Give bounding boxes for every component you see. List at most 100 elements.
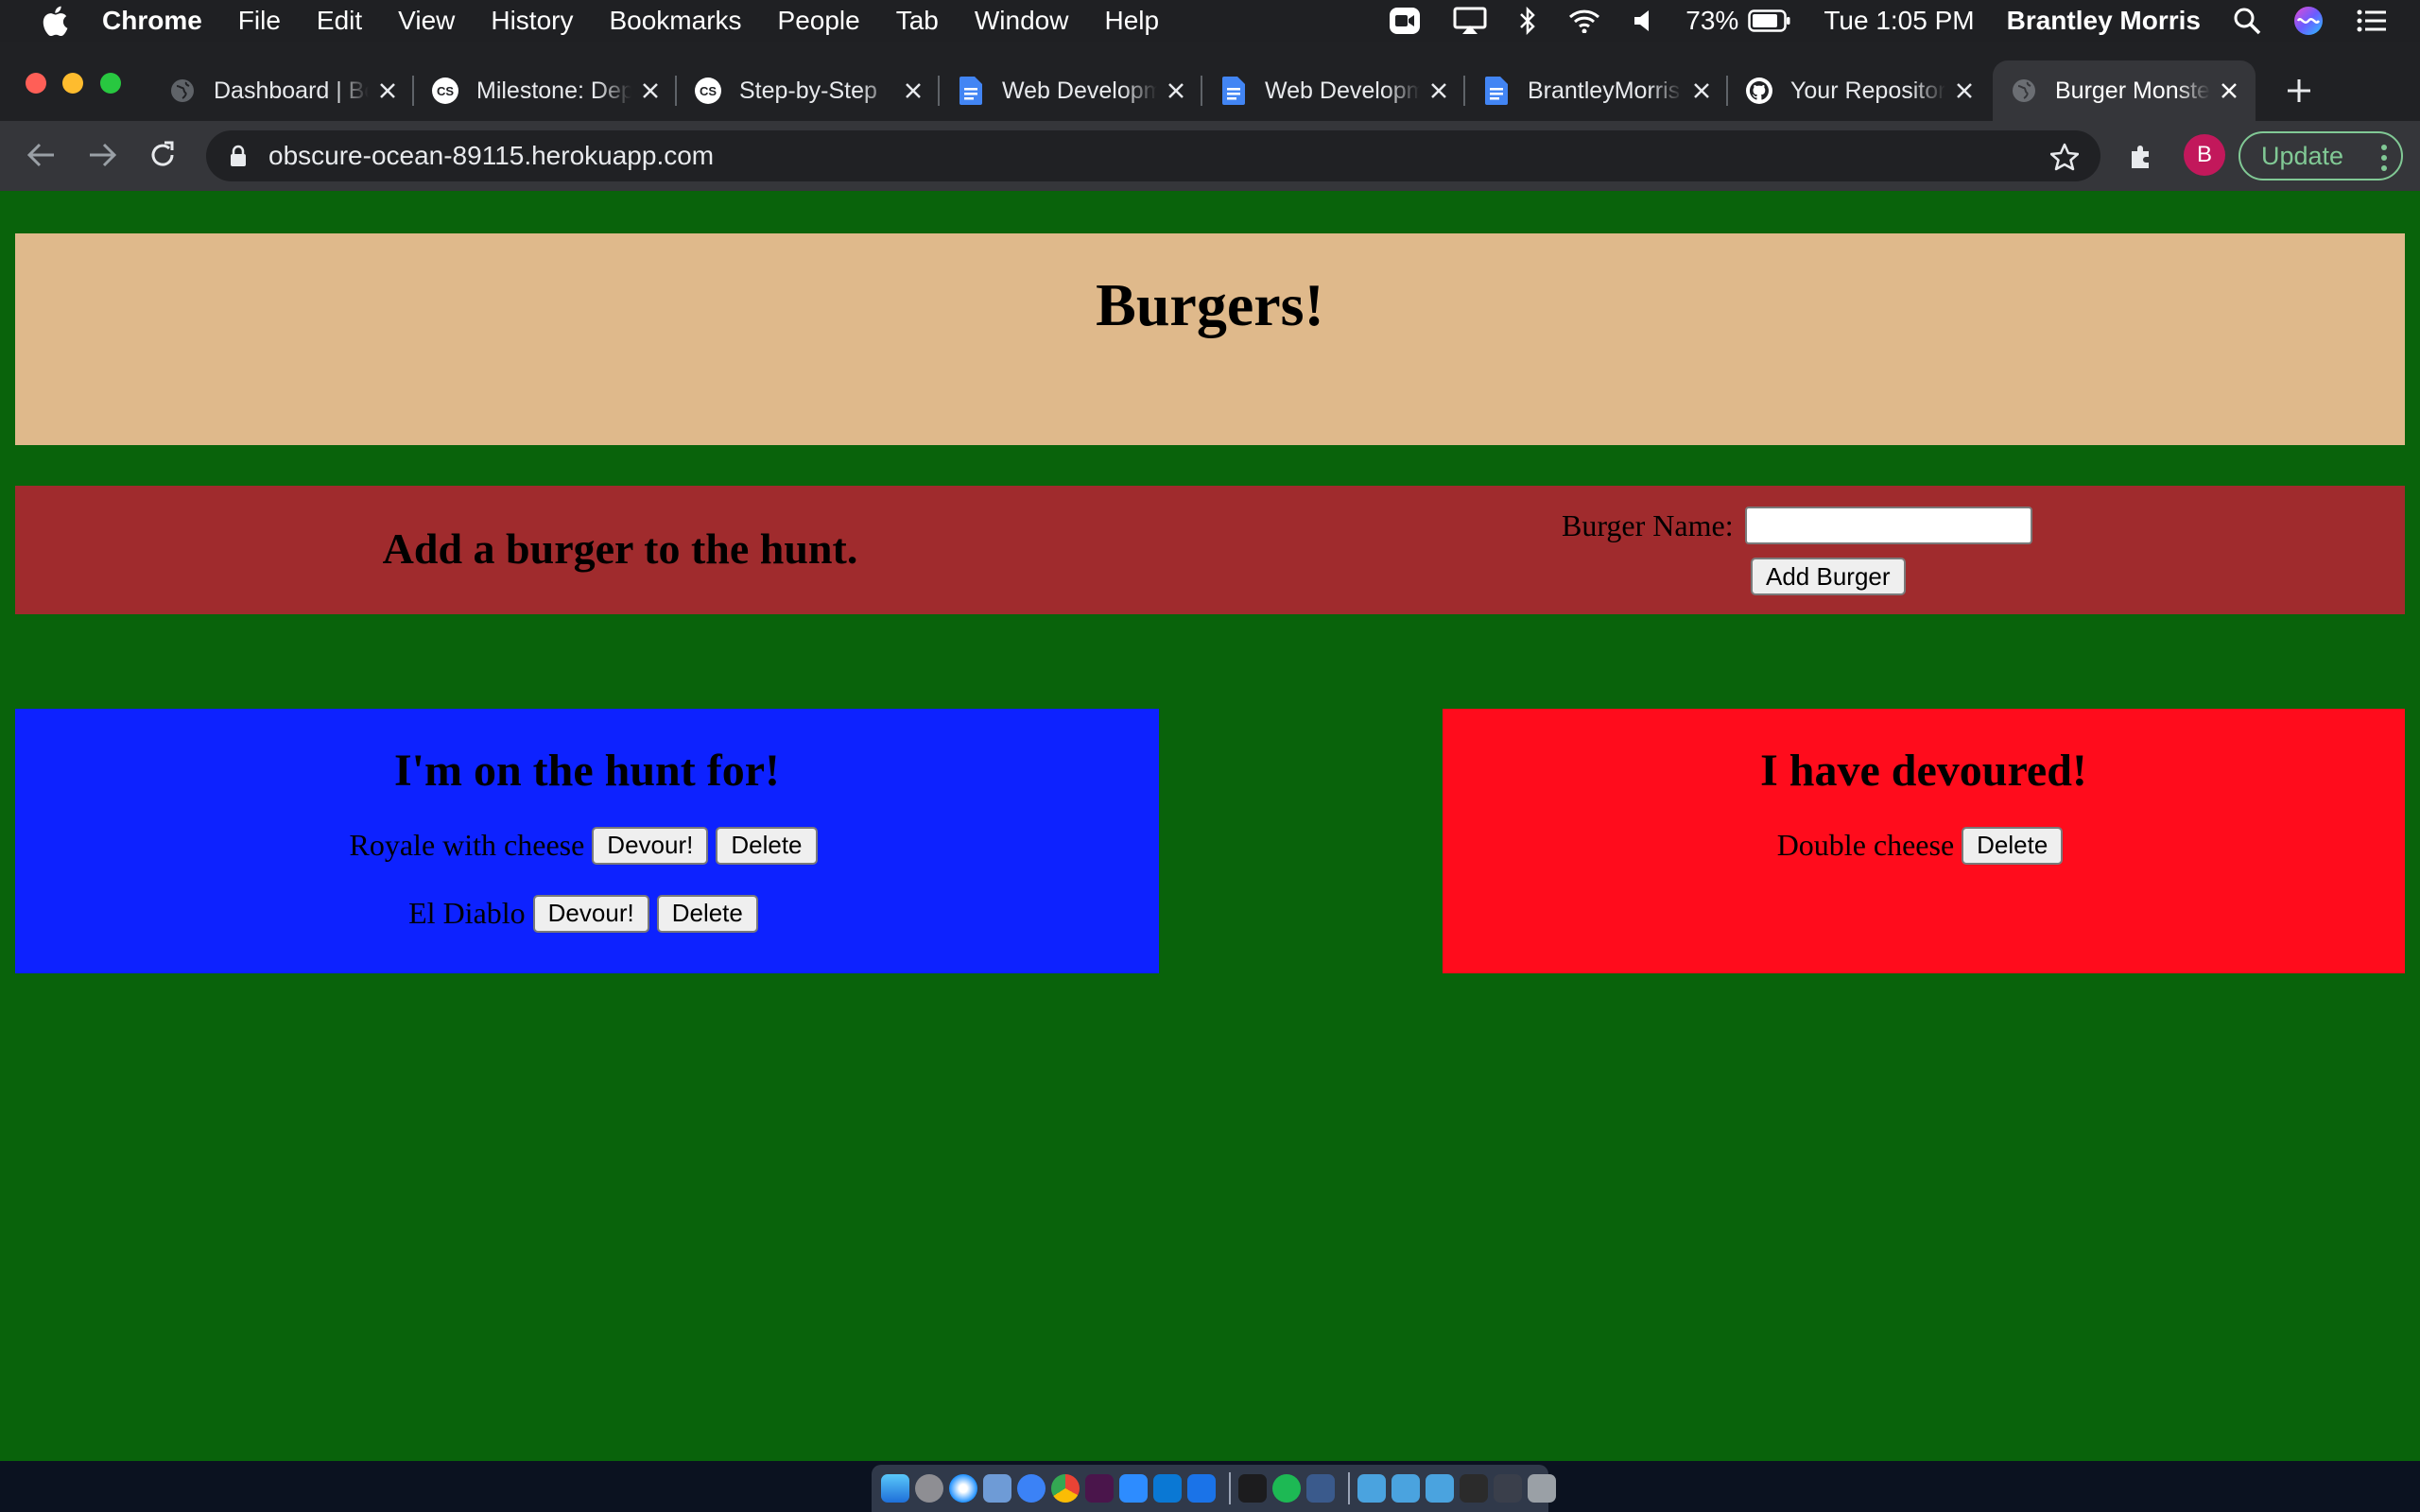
burger-name-input[interactable]: [1744, 507, 2032, 544]
siri-icon[interactable]: [2293, 6, 2324, 36]
tab-close-icon[interactable]: [900, 77, 926, 104]
preview-icon[interactable]: [983, 1474, 1011, 1503]
menu-history[interactable]: History: [491, 6, 573, 36]
delete-button[interactable]: Delete: [1962, 826, 2064, 865]
window-minimize-button[interactable]: [62, 73, 83, 94]
control-center-icon[interactable]: [2356, 8, 2388, 34]
burger-name: Double cheese: [1776, 828, 1955, 863]
svg-text:CS: CS: [700, 84, 717, 98]
chrome-update-button[interactable]: Update: [2238, 131, 2403, 180]
browser-tab[interactable]: CS Milestone: Deploy: [414, 60, 677, 121]
menubar-user[interactable]: Brantley Morris: [2007, 6, 2201, 36]
zoom-status-icon[interactable]: [1389, 7, 1421, 35]
folder-icon[interactable]: [1357, 1474, 1386, 1503]
zoom-app-icon[interactable]: [1119, 1474, 1148, 1503]
delete-button[interactable]: Delete: [656, 894, 758, 933]
slack-icon[interactable]: [1085, 1474, 1114, 1503]
screenshot-thumbnail-icon[interactable]: [1460, 1474, 1488, 1503]
google-docs-icon: [1482, 77, 1511, 105]
wifi-icon[interactable]: [1568, 9, 1600, 33]
devour-button[interactable]: Devour!: [592, 826, 709, 865]
menu-people[interactable]: People: [778, 6, 860, 36]
menu-help[interactable]: Help: [1104, 6, 1159, 36]
reload-icon[interactable]: [142, 134, 183, 176]
delete-button[interactable]: Delete: [716, 826, 818, 865]
browser-tab-active[interactable]: Burger Monster: [1993, 60, 2256, 121]
more-menu-icon[interactable]: [2380, 145, 2388, 171]
terminal-icon[interactable]: [1238, 1474, 1267, 1503]
profile-avatar[interactable]: B: [2184, 134, 2225, 176]
volume-icon[interactable]: [1633, 9, 1653, 33]
new-tab-plus-icon[interactable]: [2282, 74, 2316, 108]
tab-title: Your Repositories: [1790, 77, 1945, 104]
menu-file[interactable]: File: [238, 6, 281, 36]
tab-close-icon[interactable]: [637, 77, 664, 104]
browser-tab[interactable]: Your Repositories: [1728, 60, 1991, 121]
menu-view[interactable]: View: [398, 6, 455, 36]
messages-icon[interactable]: [1017, 1474, 1046, 1503]
add-burger-heading: Add a burger to the hunt.: [382, 524, 858, 573]
airplay-icon[interactable]: [1453, 7, 1487, 35]
window-zoom-button[interactable]: [100, 73, 121, 94]
vscode-icon[interactable]: [1153, 1474, 1182, 1503]
xcode-icon[interactable]: [1187, 1474, 1216, 1503]
tab-title: Web Development: [1002, 77, 1157, 104]
macos-dock: [872, 1465, 1556, 1512]
tab-title: Step-by-Step: [739, 77, 877, 104]
menu-window[interactable]: Window: [975, 6, 1069, 36]
lock-icon[interactable]: [227, 144, 250, 168]
bookmark-star-icon[interactable]: [2049, 142, 2080, 172]
spotify-icon[interactable]: [1272, 1474, 1301, 1503]
address-bar-url[interactable]: obscure-ocean-89115.herokuapp.com: [268, 141, 714, 171]
window-close-button[interactable]: [26, 73, 46, 94]
burger-name: Royale with cheese: [349, 828, 585, 863]
menu-bookmarks[interactable]: Bookmarks: [609, 6, 741, 36]
page-title: Burgers!: [1096, 271, 1324, 338]
menubar-clock[interactable]: Tue 1:05 PM: [1824, 6, 1974, 36]
safari-icon[interactable]: [949, 1474, 977, 1503]
page-header: Burgers!: [15, 233, 2405, 445]
folder-icon[interactable]: [1426, 1474, 1454, 1503]
globe-icon: [2010, 77, 2038, 105]
tab-close-icon[interactable]: [1163, 77, 1189, 104]
mysql-workbench-icon[interactable]: [1306, 1474, 1335, 1503]
browser-tab[interactable]: Web Development: [940, 60, 1202, 121]
browser-tab[interactable]: BrantleyMorris: [1465, 60, 1728, 121]
chrome-icon[interactable]: [1051, 1474, 1080, 1503]
back-arrow-icon[interactable]: [21, 134, 62, 176]
tab-close-icon[interactable]: [2216, 77, 2242, 104]
address-bar[interactable]: obscure-ocean-89115.herokuapp.com: [206, 130, 2100, 181]
spotlight-search-icon[interactable]: [2233, 7, 2261, 35]
extensions-puzzle-icon[interactable]: [2123, 137, 2161, 175]
devour-button[interactable]: Devour!: [532, 894, 649, 933]
browser-tab[interactable]: Web Development: [1202, 60, 1465, 121]
burger-name: El Diablo: [408, 896, 526, 931]
list-item: Royale with cheese Devour! Delete: [15, 825, 1159, 867]
finder-icon[interactable]: [881, 1474, 909, 1503]
tab-close-icon[interactable]: [1426, 77, 1452, 104]
tab-close-icon[interactable]: [1688, 77, 1715, 104]
bluetooth-icon[interactable]: [1519, 7, 1536, 35]
tab-close-icon[interactable]: [1951, 77, 1978, 104]
downloads-stack-icon[interactable]: [1494, 1474, 1522, 1503]
burger-name-label: Burger Name:: [1562, 507, 1734, 542]
folder-icon[interactable]: [1392, 1474, 1420, 1503]
globe-icon: [168, 77, 197, 105]
battery-icon[interactable]: [1748, 9, 1791, 32]
menu-app-name[interactable]: Chrome: [102, 6, 202, 36]
menu-edit[interactable]: Edit: [317, 6, 362, 36]
tab-close-icon[interactable]: [374, 77, 401, 104]
system-preferences-icon[interactable]: [915, 1474, 943, 1503]
tab-title: Milestone: Deploy: [476, 77, 631, 104]
browser-tab[interactable]: Dashboard | Bootcamp: [151, 60, 414, 121]
browser-tab[interactable]: CS Step-by-Step: [677, 60, 940, 121]
menu-tab[interactable]: Tab: [896, 6, 939, 36]
tab-title: Burger Monster: [2055, 77, 2210, 104]
add-burger-button[interactable]: Add Burger: [1751, 558, 1906, 595]
apple-logo-icon[interactable]: [36, 2, 74, 40]
forward-arrow-icon[interactable]: [81, 134, 123, 176]
devoured-heading: I have devoured!: [1760, 746, 2087, 796]
trash-icon[interactable]: [1528, 1474, 1556, 1503]
codesignal-icon: CS: [694, 77, 722, 105]
battery-percent[interactable]: 73%: [1685, 6, 1738, 36]
